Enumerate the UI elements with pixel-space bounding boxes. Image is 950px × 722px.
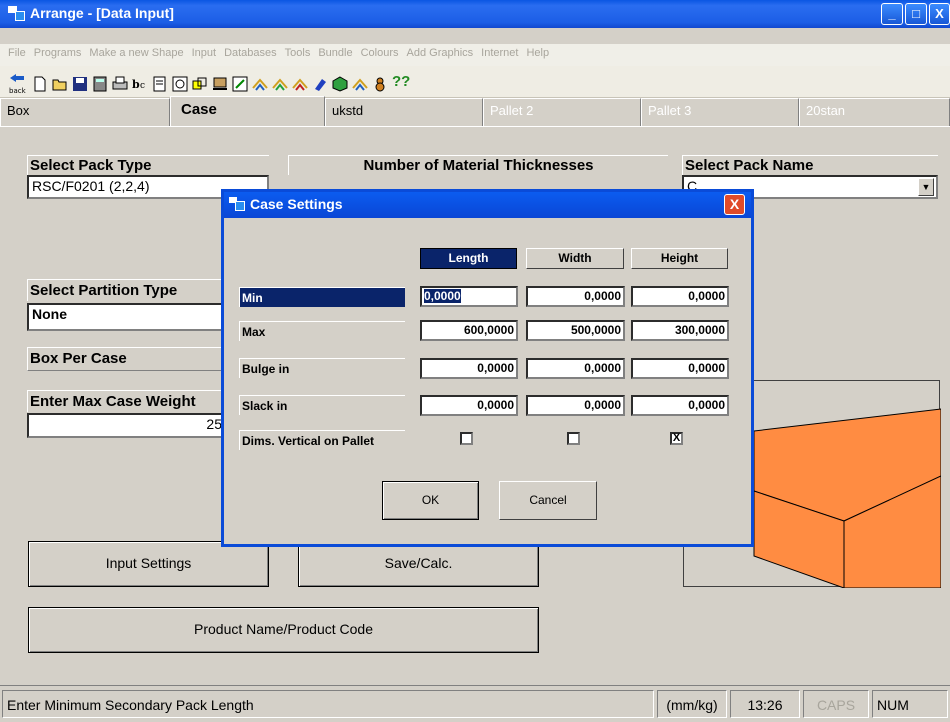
box-per-case-label: Box Per Case: [27, 347, 227, 371]
stack-icon-4[interactable]: [352, 76, 368, 92]
preview-icon[interactable]: [172, 76, 188, 92]
tab-case[interactable]: Case: [170, 96, 325, 126]
slack-length-input[interactable]: 0,0000: [420, 395, 518, 416]
svg-text:c: c: [140, 81, 145, 91]
tab-pallet-2[interactable]: Pallet 2: [483, 98, 641, 126]
bulge-length-input[interactable]: 0,0000: [420, 358, 518, 379]
slack-width-input[interactable]: 0,0000: [526, 395, 625, 416]
tab-ukstd[interactable]: ukstd: [325, 98, 483, 126]
print-icon[interactable]: [112, 76, 128, 92]
thickness-label: Number of Material Thicknesses: [288, 155, 668, 175]
vertical-height-checkbox[interactable]: X: [670, 432, 683, 445]
max-width-input[interactable]: 500,0000: [526, 320, 625, 341]
document-icon[interactable]: [152, 76, 168, 92]
tab-box[interactable]: Box: [0, 98, 170, 126]
save-icon[interactable]: [72, 76, 88, 92]
min-length-value: 0,0000: [424, 289, 461, 303]
row-label-max: Max: [239, 321, 405, 341]
weight-icon[interactable]: [372, 76, 388, 92]
menu-input[interactable]: Input: [188, 44, 220, 62]
min-length-input[interactable]: 0,0000: [420, 286, 518, 307]
column-header-width: Width: [526, 248, 624, 269]
tab-20stan[interactable]: 20stan: [799, 98, 950, 126]
status-num: NUM: [872, 690, 948, 718]
column-header-height: Height: [631, 248, 728, 269]
menu-bundle[interactable]: Bundle: [314, 44, 356, 62]
stack-icon-3[interactable]: [292, 76, 308, 92]
dialog-title-bar: Case Settings X: [224, 192, 751, 218]
close-window-button[interactable]: X: [929, 3, 950, 25]
status-bar: Enter Minimum Secondary Pack Length (mm/…: [0, 685, 950, 722]
row-label-slack: Slack in: [239, 395, 405, 415]
min-width-input[interactable]: 0,0000: [526, 286, 625, 307]
status-time: 13:26: [730, 690, 800, 718]
pack-name-label: Select Pack Name: [682, 155, 938, 175]
shapes-icon[interactable]: [192, 76, 208, 92]
partition-select[interactable]: None: [27, 303, 227, 331]
max-weight-label: Enter Max Case Weight: [27, 390, 227, 412]
minimize-button[interactable]: _: [881, 3, 903, 25]
vertical-width-checkbox[interactable]: [567, 432, 580, 445]
status-caps: CAPS: [803, 690, 869, 718]
bulge-height-input[interactable]: 0,0000: [631, 358, 729, 379]
min-height-input[interactable]: 0,0000: [631, 286, 729, 307]
dialog-app-icon: [229, 197, 245, 211]
product-name-button[interactable]: Product Name/Product Code: [28, 607, 539, 653]
app-icon: [8, 6, 25, 21]
stack-icon-1[interactable]: [252, 76, 268, 92]
max-length-input[interactable]: 600,0000: [420, 320, 518, 341]
max-weight-input[interactable]: 25: [27, 413, 227, 438]
vertical-length-checkbox[interactable]: [460, 432, 473, 445]
cancel-button[interactable]: Cancel: [499, 481, 597, 520]
row-label-min: Min: [239, 287, 405, 307]
dialog-close-button[interactable]: X: [724, 194, 745, 215]
open-folder-icon[interactable]: [52, 76, 68, 92]
spell-check-icon[interactable]: bc: [132, 76, 148, 92]
save-calc-button[interactable]: Save/Calc.: [298, 541, 539, 587]
tab-panel-border: [0, 126, 950, 127]
case-settings-dialog: Case Settings X Length Width Height Min …: [221, 189, 754, 547]
help-icon[interactable]: ??: [392, 73, 416, 90]
menu-databases[interactable]: Databases: [220, 44, 281, 62]
menu-bar: File Programs Make a new Shape Input Databas…: [0, 44, 950, 66]
paint-icon[interactable]: [312, 76, 328, 92]
menu-tools[interactable]: Tools: [281, 44, 315, 62]
pallet-icon[interactable]: [212, 76, 228, 92]
window-title: Arrange - [Data Input]: [30, 5, 174, 21]
row-label-bulge: Bulge in: [239, 358, 405, 378]
max-height-input[interactable]: 300,0000: [631, 320, 729, 341]
ok-button[interactable]: OK: [382, 481, 479, 520]
new-file-icon[interactable]: [32, 76, 48, 92]
properties-icon[interactable]: [232, 76, 248, 92]
calculator-icon[interactable]: [92, 76, 108, 92]
back-icon[interactable]: back: [8, 72, 28, 95]
status-message: Enter Minimum Secondary Pack Length: [2, 690, 654, 718]
stack-icon-2[interactable]: [272, 76, 288, 92]
partition-label: Select Partition Type: [27, 279, 227, 301]
tab-pallet-3[interactable]: Pallet 3: [641, 98, 799, 126]
menu-internet[interactable]: Internet: [477, 44, 522, 62]
toolbar: back bc ??: [0, 66, 950, 98]
menu-colours[interactable]: Colours: [357, 44, 403, 62]
cube-icon[interactable]: [332, 76, 348, 92]
bulge-width-input[interactable]: 0,0000: [526, 358, 625, 379]
menu-add-graphics[interactable]: Add Graphics: [403, 44, 478, 62]
slack-height-input[interactable]: 0,0000: [631, 395, 729, 416]
menu-make-new-shape[interactable]: Make a new Shape: [85, 44, 187, 62]
pack-type-label: Select Pack Type: [27, 155, 269, 175]
chevron-down-icon[interactable]: ▼: [918, 178, 934, 196]
title-bar: Arrange - [Data Input] _ □ X: [0, 0, 950, 28]
status-units: (mm/kg): [657, 690, 727, 718]
input-settings-button[interactable]: Input Settings: [28, 541, 269, 587]
column-header-length: Length: [420, 248, 517, 269]
menu-help[interactable]: Help: [522, 44, 553, 62]
menu-programs[interactable]: Programs: [30, 44, 86, 62]
svg-text:b: b: [132, 78, 140, 91]
row-label-vertical: Dims. Vertical on Pallet: [239, 430, 405, 450]
dialog-title: Case Settings: [250, 196, 343, 212]
maximize-button[interactable]: □: [905, 3, 927, 25]
menu-file[interactable]: File: [0, 44, 30, 62]
back-label: back: [9, 87, 27, 94]
